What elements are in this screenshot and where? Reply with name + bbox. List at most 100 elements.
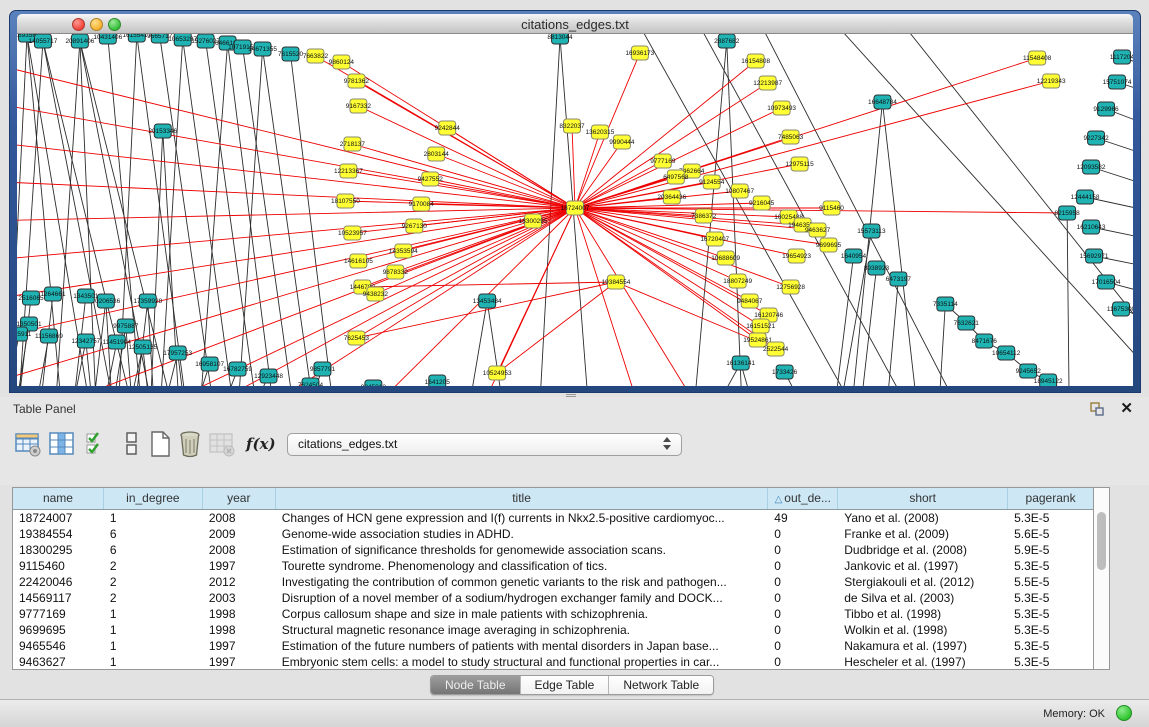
edge[interactable] [882,102,916,386]
graph-node[interactable]: 14616105 [344,254,373,268]
graph-node[interactable]: 12444158 [1071,190,1100,204]
graph-node[interactable]: 12756928 [776,280,805,294]
graph-node[interactable]: 9129966 [1093,102,1119,116]
tab-edge-table[interactable]: Edge Table [521,676,610,694]
graph-node[interactable]: 12213987 [753,76,782,90]
graph-node[interactable]: 1640954 [841,249,867,263]
graph-node[interactable]: 12213367 [334,164,363,178]
edge[interactable] [17,334,19,386]
graph-node[interactable]: 16958107 [195,357,224,371]
graph-node[interactable]: 9878332 [383,265,409,279]
column-header-out_de[interactable]: △out_de... [768,488,838,509]
citation-edge[interactable] [17,208,575,221]
edge[interactable] [183,39,233,386]
graph-node[interactable]: 18107550 [331,194,360,208]
table-row[interactable]: 1938455462009Genome-wide association stu… [13,526,1093,542]
citation-edge[interactable] [575,58,1037,208]
graph-node[interactable]: 15751074 [1103,75,1132,89]
graph-node[interactable]: 9115460 [819,201,844,215]
graph-node[interactable]: 8938923 [864,261,890,275]
citation-edge[interactable] [17,141,575,208]
graph-node[interactable]: 12342757 [71,334,100,348]
graph-node[interactable]: 2803144 [424,147,450,161]
edge[interactable] [263,49,313,386]
graph-node[interactable]: 8813044 [547,34,573,44]
graph-node[interactable]: 19654923 [782,249,811,263]
graph-node[interactable]: 16210643 [1077,220,1106,234]
citation-edge[interactable] [497,282,616,373]
graph-node[interactable]: 17016504 [1092,275,1121,289]
graph-node[interactable]: 13453484 [473,294,502,308]
graph-node[interactable]: 9777169 [650,154,676,168]
table-selector-dropdown[interactable]: citations_edges.txt [287,433,682,456]
graph-node[interactable]: 7624504 [298,378,324,386]
graph-node[interactable]: 2522544 [763,342,789,356]
table-row[interactable]: 946362711997Embryonic stem cells: a mode… [13,654,1093,670]
graph-node[interactable]: 12923448 [254,369,283,383]
edge[interactable] [291,54,333,386]
table-row[interactable]: 2242004622012Investigating the contribut… [13,574,1093,590]
graph-node[interactable]: 10431406 [93,34,122,44]
graph-node[interactable]: 20364436 [657,190,686,204]
graph-node[interactable]: 2887682 [714,34,740,48]
graph-node[interactable]: 16720407 [700,232,729,246]
graph-node[interactable]: 13620315 [586,125,615,139]
graph-node[interactable]: 16936173 [625,46,654,60]
table-options-icon[interactable] [14,430,42,458]
graph-node[interactable]: 9227342 [1083,131,1109,145]
table-scrollbar[interactable] [1093,487,1110,670]
graph-node[interactable]: 12093582 [1077,160,1106,174]
graph-node[interactable]: 7632621 [954,316,980,330]
graph-node[interactable]: 8215958 [1055,206,1081,220]
graph-node[interactable]: 1264661 [40,287,66,301]
graph-node[interactable]: 9484067 [737,294,763,308]
memory-status-indicator[interactable] [1116,705,1132,721]
citation-edge[interactable] [358,106,575,208]
edge[interactable] [838,34,1133,381]
graph-node[interactable]: 9990444 [609,135,635,149]
graph-node[interactable]: 15573113 [857,224,886,238]
edge[interactable] [243,47,293,386]
graph-node[interactable]: 8322037 [559,119,585,133]
graph-node[interactable]: 9167332 [346,99,372,113]
row-height-icon[interactable] [118,430,146,458]
graph-node[interactable]: 7615520 [278,47,304,61]
show-columns-icon[interactable] [48,430,76,458]
tab-node-table[interactable]: Node Table [431,676,521,694]
graph-node[interactable]: 6473197 [886,272,912,286]
graph-node[interactable]: 9857791 [310,362,336,376]
graph-node[interactable]: 10523957 [338,226,367,240]
citation-edge[interactable] [430,179,575,208]
table-row[interactable]: 1456911722003Disruption of a novel membe… [13,590,1093,606]
graph-node[interactable]: 7335114 [933,297,958,311]
graph-node[interactable]: 16136141 [726,356,755,370]
float-window-icon[interactable] [1089,401,1105,417]
edge[interactable] [887,279,898,386]
graph-node[interactable]: 12219343 [1037,74,1066,88]
edge[interactable] [161,39,183,386]
graph-node[interactable]: 10524953 [483,366,512,380]
table-row[interactable]: 946554611997Estimation of the future num… [13,638,1093,654]
graph-node[interactable]: 11156869 [35,329,63,343]
citation-edge[interactable] [17,61,575,208]
graph-node[interactable]: 17957253 [163,346,192,360]
graph-node[interactable]: 9242844 [435,121,461,135]
edge[interactable] [836,256,854,386]
graph-node[interactable]: 9463627 [805,223,831,237]
citation-edge[interactable] [356,81,575,208]
column-header-year[interactable]: year [203,488,276,509]
graph-node[interactable]: 1117204 [1110,50,1133,64]
citation-edge[interactable] [352,144,575,208]
network-graph[interactable]: 1893561140557172089140610431406161554179… [17,34,1133,386]
graph-node[interactable]: 1641205 [425,375,451,386]
select-mode-icon[interactable] [84,430,112,458]
graph-node[interactable]: 11675300 [1107,302,1133,316]
graph-node[interactable]: 11548408 [1023,51,1052,65]
column-header-in_degree[interactable]: in_degree [104,488,203,509]
function-builder-button[interactable]: f(x) [246,435,276,453]
graph-node[interactable]: 20891406 [65,34,94,48]
edge[interactable] [239,49,263,386]
table-row[interactable]: 1872400712008Changes of HCN gene express… [13,510,1093,526]
graph-node[interactable]: 9124554 [699,175,725,189]
edge[interactable] [853,102,883,386]
